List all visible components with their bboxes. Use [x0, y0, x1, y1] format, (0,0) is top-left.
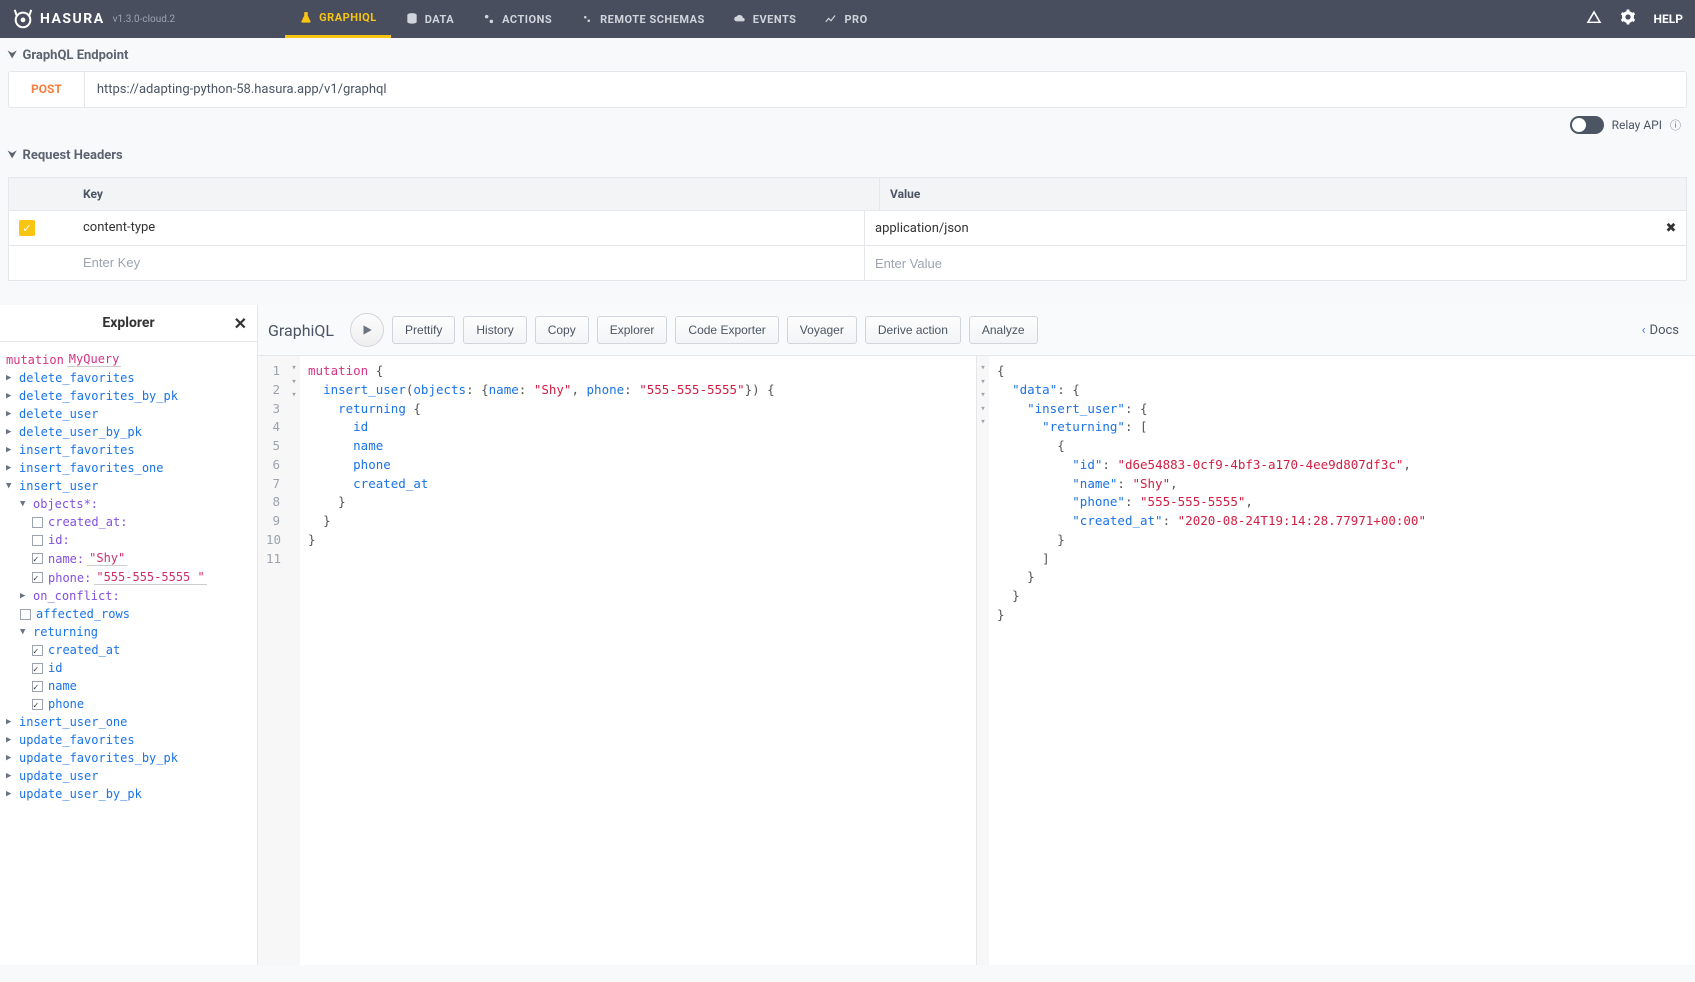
request-headers-table: Key Value ✓ content-type application/jso…: [8, 177, 1687, 281]
nav-data[interactable]: DATA: [391, 0, 468, 38]
endpoint-bar: POST https://adapting-python-58.hasura.a…: [8, 71, 1687, 108]
chevron-left-icon: ‹: [1642, 323, 1646, 338]
nav-actions[interactable]: ACTIONS: [468, 0, 566, 38]
relay-api-toggle[interactable]: [1570, 116, 1604, 134]
gears-icon: [482, 12, 496, 26]
field-delete-user[interactable]: ▶delete_user: [6, 405, 251, 423]
info-icon[interactable]: ⓘ: [1670, 117, 1681, 133]
field-update-favorites-by-pk[interactable]: ▶update_favorites_by_pk: [6, 749, 251, 767]
voyager-button[interactable]: Voyager: [787, 316, 857, 344]
header-value-input[interactable]: [875, 256, 1646, 271]
docs-button[interactable]: ‹ Docs: [1642, 323, 1685, 338]
chevron-down-icon: ⮟: [8, 50, 17, 61]
field-delete-favorites[interactable]: ▶delete_favorites: [6, 369, 251, 387]
arg-id[interactable]: id:: [6, 531, 251, 549]
arg-phone[interactable]: phone: "555-555-5555 ": [6, 568, 251, 587]
header-value[interactable]: application/json: [875, 221, 1646, 236]
key-column-header: Key: [9, 178, 880, 210]
header-key[interactable]: content-type: [83, 220, 155, 235]
chevron-down-icon: ⮟: [8, 150, 17, 161]
arg-created-at[interactable]: created_at:: [6, 513, 251, 531]
settings-icon[interactable]: [1620, 9, 1636, 29]
endpoint-url[interactable]: https://adapting-python-58.hasura.app/v1…: [85, 72, 1686, 107]
field-delete-user-by-pk[interactable]: ▶delete_user_by_pk: [6, 423, 251, 441]
database-icon: [405, 12, 419, 26]
history-button[interactable]: History: [463, 316, 526, 344]
field-insert-favorites-one[interactable]: ▶insert_favorites_one: [6, 459, 251, 477]
top-nav: HASURA v1.3.0-cloud.2 GRAPHIQL DATA ACTI…: [0, 0, 1695, 38]
header-row: ✓ content-type application/json ✖: [9, 211, 1686, 246]
http-method-label: POST: [9, 72, 85, 107]
nav-graphiql[interactable]: GRAPHIQL: [285, 0, 391, 38]
version-label: v1.3.0-cloud.2: [113, 14, 176, 25]
brand-name: HASURA: [40, 11, 105, 27]
header-enabled-checkbox[interactable]: ✓: [19, 220, 35, 236]
field-update-user[interactable]: ▶update_user: [6, 767, 251, 785]
chart-icon: [824, 12, 838, 26]
arg-name[interactable]: name: "Shy": [6, 549, 251, 568]
graphiql-toolbar: GraphiQL Prettify History Copy Explorer …: [258, 305, 1695, 356]
relay-api-label: Relay API: [1612, 118, 1662, 132]
field-affected-rows[interactable]: affected_rows: [6, 605, 251, 623]
nav-events[interactable]: EVENTS: [719, 0, 811, 38]
delete-header-button[interactable]: ✖: [1656, 211, 1686, 245]
explorer-title: Explorer: [102, 315, 154, 331]
result-viewer[interactable]: ▾▾▾▾▾ { "data": { "insert_user": { "retu…: [977, 356, 1695, 965]
arg-objects[interactable]: ▼objects*:: [6, 495, 251, 513]
query-editor[interactable]: 1234567891011 ▾▾▾ mutation { insert_user…: [258, 356, 977, 965]
close-icon[interactable]: ✕: [234, 314, 247, 333]
arg-on-conflict[interactable]: ▶on_conflict:: [6, 587, 251, 605]
ret-name[interactable]: name: [6, 677, 251, 695]
ret-phone[interactable]: phone: [6, 695, 251, 713]
header-key-input[interactable]: [83, 255, 854, 270]
cloud-icon: [733, 12, 747, 26]
code-exporter-button[interactable]: Code Exporter: [675, 316, 778, 344]
field-insert-favorites[interactable]: ▶insert_favorites: [6, 441, 251, 459]
copy-button[interactable]: Copy: [535, 316, 589, 344]
field-returning[interactable]: ▼returning: [6, 623, 251, 641]
plug-icon: [580, 12, 594, 26]
field-update-user-by-pk[interactable]: ▶update_user_by_pk: [6, 785, 251, 803]
field-insert-user-one[interactable]: ▶insert_user_one: [6, 713, 251, 731]
field-delete-favorites-by-pk[interactable]: ▶delete_favorites_by_pk: [6, 387, 251, 405]
ret-created-at[interactable]: created_at: [6, 641, 251, 659]
nav-remote-schemas[interactable]: REMOTE SCHEMAS: [566, 0, 719, 38]
ret-id[interactable]: id: [6, 659, 251, 677]
nav-pro[interactable]: PRO: [810, 0, 881, 38]
analyze-button[interactable]: Analyze: [969, 316, 1038, 344]
field-update-favorites[interactable]: ▶update_favorites: [6, 731, 251, 749]
explorer-button[interactable]: Explorer: [597, 316, 668, 344]
execute-button[interactable]: [350, 313, 384, 347]
flask-icon: [299, 11, 313, 25]
headers-section-header[interactable]: ⮟ Request Headers: [0, 138, 1695, 171]
value-column-header: Value: [880, 178, 1686, 210]
query-name-input[interactable]: MyQuery: [67, 352, 122, 367]
help-link[interactable]: HELP: [1654, 12, 1683, 26]
derive-action-button[interactable]: Derive action: [865, 316, 961, 344]
prettify-button[interactable]: Prettify: [392, 316, 455, 344]
alert-icon[interactable]: [1586, 9, 1602, 29]
explorer-panel: Explorer ✕ mutation MyQuery ▶delete_favo…: [0, 305, 258, 965]
endpoint-section-header[interactable]: ⮟ GraphQL Endpoint: [0, 38, 1695, 71]
field-insert-user[interactable]: ▼insert_user: [6, 477, 251, 495]
hasura-logo-icon: [12, 8, 34, 30]
new-header-row: [9, 246, 1686, 280]
logo[interactable]: HASURA: [12, 8, 105, 30]
graphiql-title: GraphiQL: [268, 321, 334, 340]
